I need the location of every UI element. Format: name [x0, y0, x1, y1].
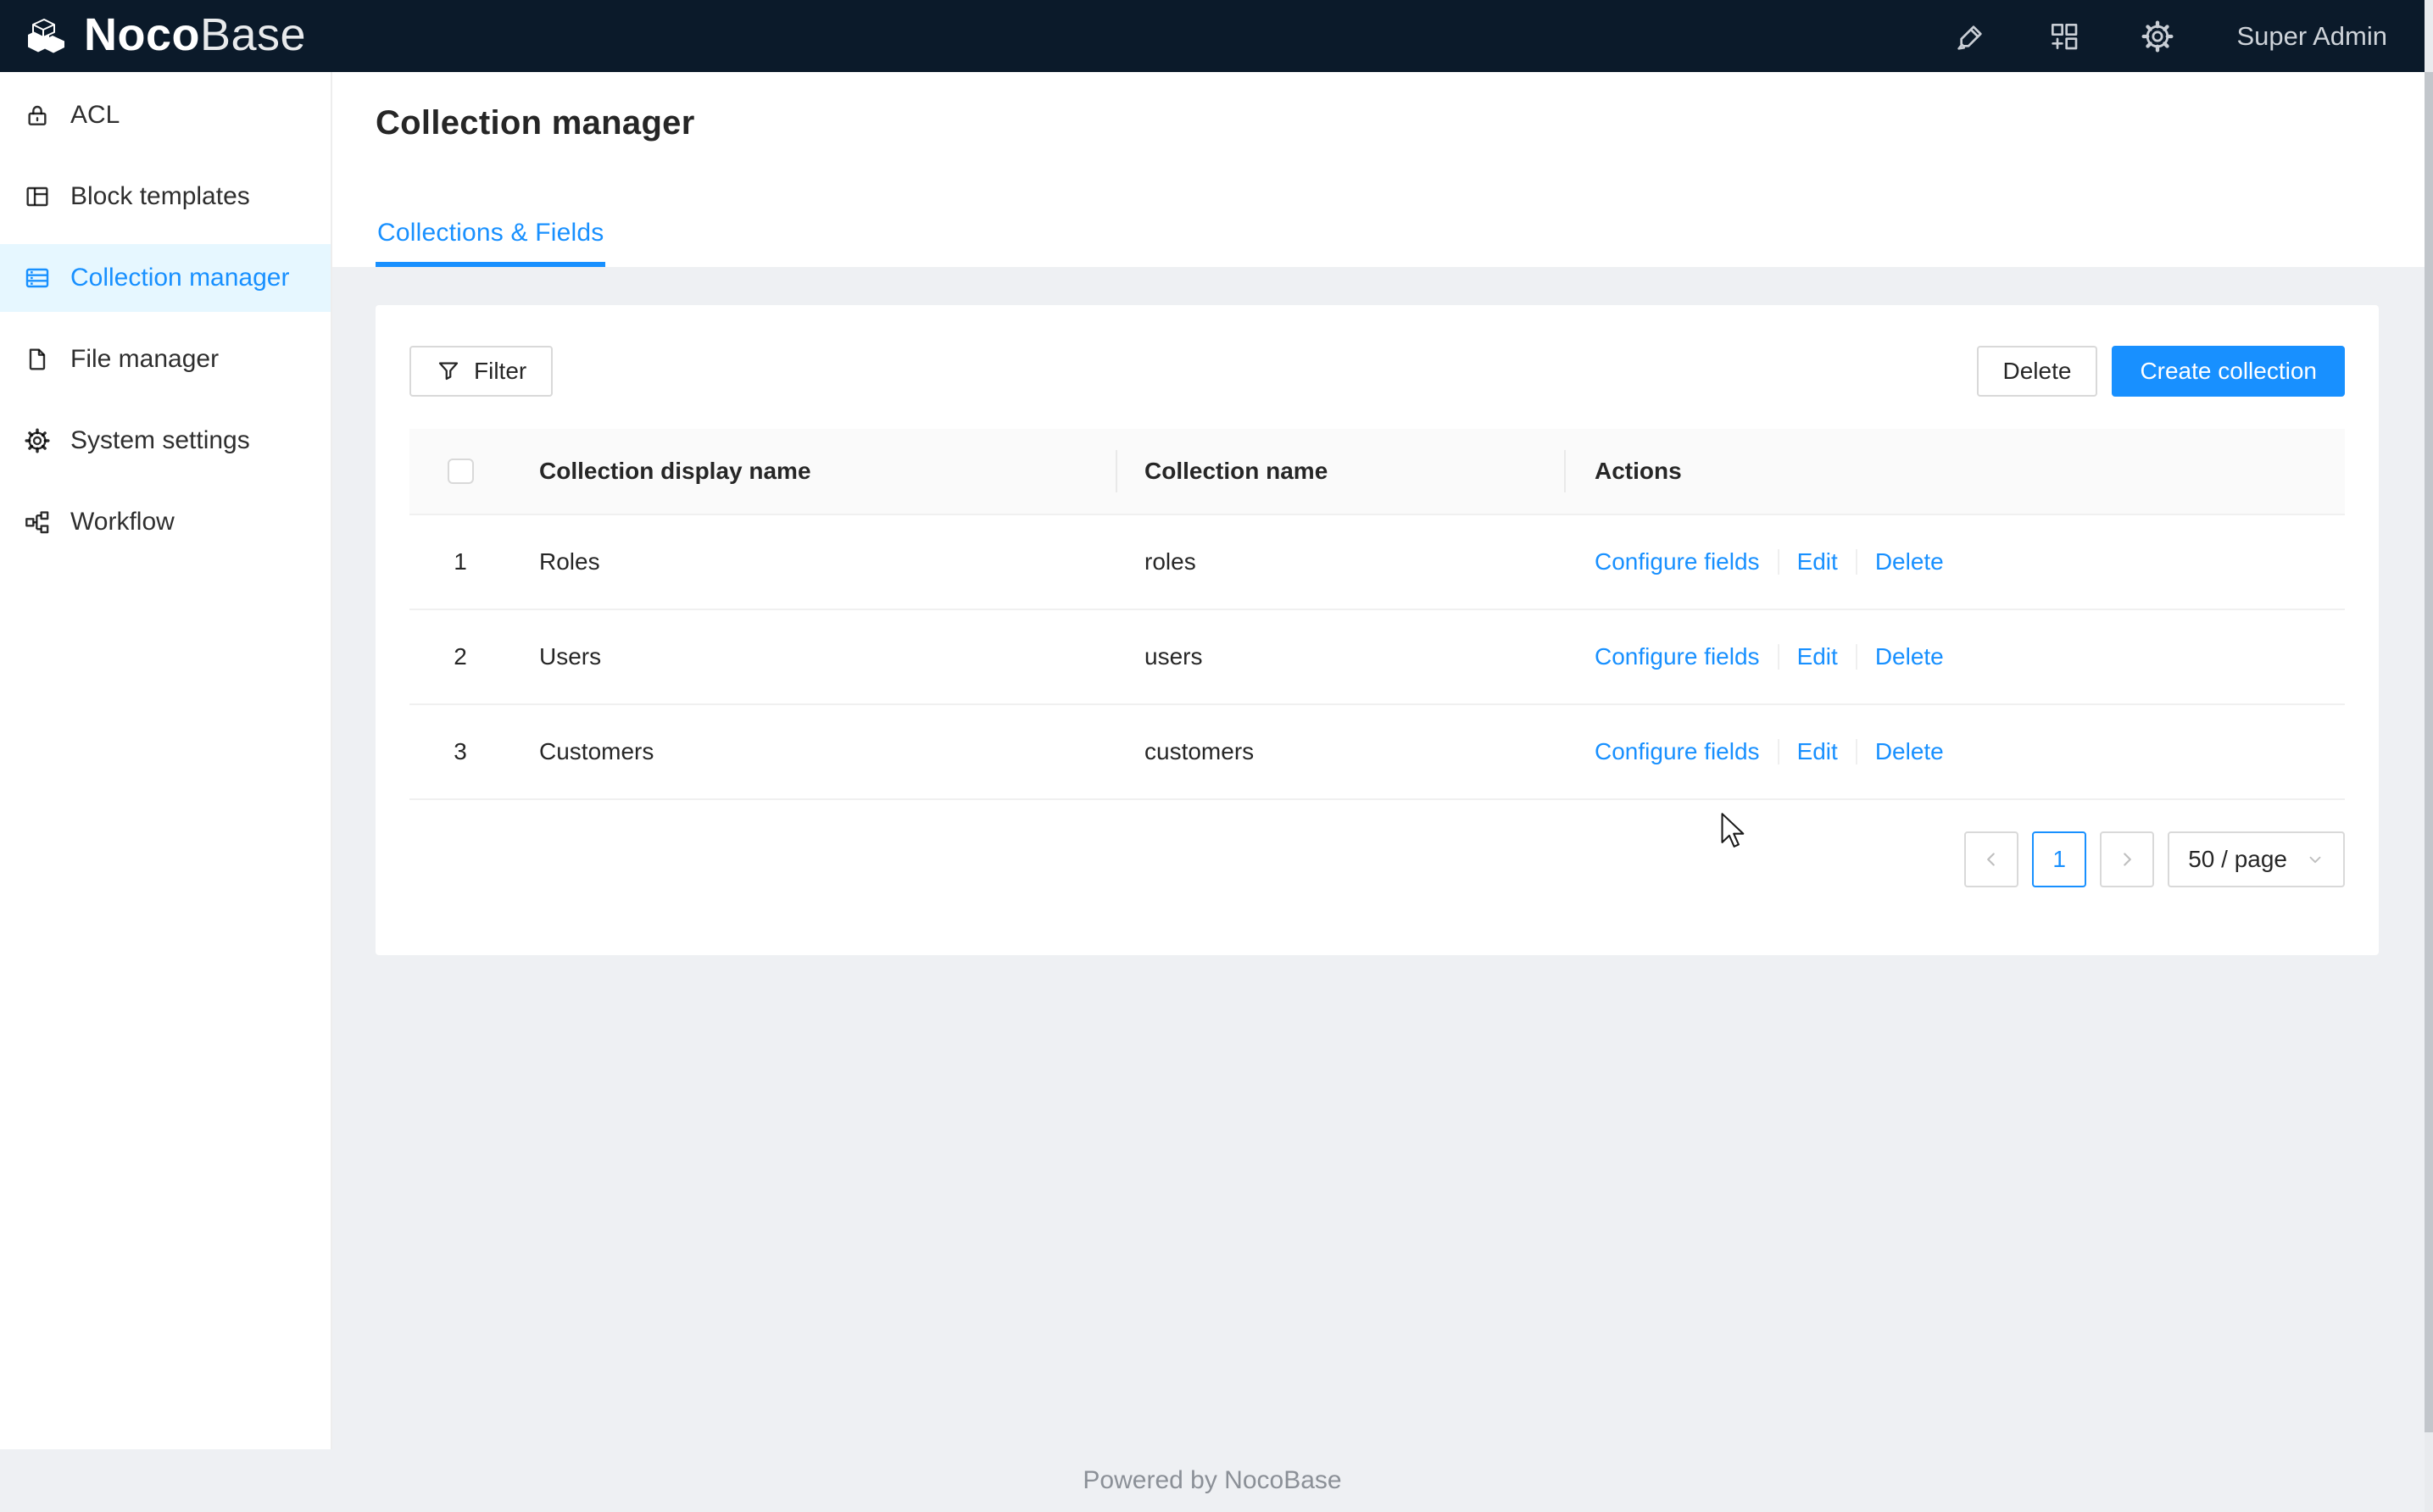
user-menu[interactable]: Super Admin — [2232, 21, 2388, 52]
chevron-down-icon — [2306, 850, 2324, 869]
select-all-checkbox[interactable] — [448, 459, 474, 484]
collections-table-card: Filter Delete Create collection Collecti… — [376, 305, 2379, 955]
sidebar-item-collection-manager[interactable]: Collection manager — [0, 244, 331, 312]
row-index: 3 — [409, 738, 511, 765]
delete-link[interactable]: Delete — [1875, 643, 1944, 670]
cell-actions: Configure fields Edit Delete — [1564, 738, 2345, 765]
cell-actions: Configure fields Edit Delete — [1564, 548, 2345, 575]
topbar: NocoBase — [0, 0, 2433, 72]
cell-display-name: Roles — [511, 548, 1116, 575]
database-icon — [24, 264, 51, 292]
action-separator — [1856, 549, 1857, 575]
page-title: Collection manager — [376, 72, 2433, 142]
sidebar-item-label: Workflow — [70, 508, 175, 536]
gear-icon[interactable] — [2139, 18, 2176, 55]
table-row: 3 Customers customers Configure fields Ed… — [409, 705, 2345, 800]
next-page-button[interactable] — [2100, 831, 2154, 887]
table-row: 1 Roles roles Configure fields Edit Delete — [409, 515, 2345, 610]
file-icon — [24, 346, 51, 373]
cell-collection-name: roles — [1116, 548, 1564, 575]
collections-table: Collection display name Collection name … — [409, 429, 2345, 800]
header-select-cell — [409, 459, 511, 484]
tab-collections-and-fields[interactable]: Collections & Fields — [376, 219, 605, 267]
lock-icon — [24, 102, 51, 129]
nocobase-cube-icon — [21, 13, 69, 60]
action-separator — [1778, 549, 1779, 575]
gear-icon — [24, 427, 51, 454]
table-toolbar: Filter Delete Create collection — [409, 346, 2345, 397]
page-size-select[interactable]: 50 / page — [2168, 831, 2345, 887]
cell-actions: Configure fields Edit Delete — [1564, 643, 2345, 670]
cell-collection-name: users — [1116, 643, 1564, 670]
configure-fields-link[interactable]: Configure fields — [1595, 548, 1760, 575]
layout-icon — [24, 183, 51, 210]
page-header: Collection manager Collections & Fields — [332, 72, 2433, 267]
prev-page-button[interactable] — [1964, 831, 2018, 887]
cell-display-name: Users — [511, 643, 1116, 670]
header-collection-name: Collection name — [1116, 458, 1564, 485]
edit-link[interactable]: Edit — [1797, 548, 1838, 575]
edit-link[interactable]: Edit — [1797, 643, 1838, 670]
filter-button[interactable]: Filter — [409, 346, 553, 397]
action-separator — [1778, 644, 1779, 670]
delete-link[interactable]: Delete — [1875, 738, 1944, 764]
page-1-button[interactable]: 1 — [2032, 831, 2086, 887]
sidebar-item-block-templates[interactable]: Block templates — [0, 163, 331, 231]
row-index: 2 — [409, 643, 511, 670]
filter-funnel-icon — [436, 359, 461, 384]
sidebar-item-label: Block templates — [70, 182, 250, 211]
edit-link[interactable]: Edit — [1797, 738, 1838, 764]
action-separator — [1856, 739, 1857, 764]
logo-text: NocoBase — [84, 12, 306, 61]
tab-bar: Collections & Fields — [376, 219, 605, 267]
cell-display-name: Customers — [511, 738, 1116, 765]
delete-link[interactable]: Delete — [1875, 548, 1944, 575]
action-separator — [1856, 644, 1857, 670]
main-content: Collection manager Collections & Fields … — [332, 72, 2433, 1512]
header-actions: Actions — [1564, 458, 2345, 485]
plugin-add-icon[interactable] — [2046, 18, 2083, 55]
configure-fields-link[interactable]: Configure fields — [1595, 643, 1760, 670]
table-row: 2 Users users Configure fields Edit Delete — [409, 610, 2345, 705]
table-header-row: Collection display name Collection name … — [409, 429, 2345, 515]
vertical-scrollbar[interactable] — [2425, 0, 2433, 1512]
sidebar-item-label: ACL — [70, 101, 120, 130]
header-display-name: Collection display name — [511, 458, 1116, 485]
scrollbar-thumb[interactable] — [2425, 72, 2433, 1432]
action-separator — [1778, 739, 1779, 764]
sidebar-item-workflow[interactable]: Workflow — [0, 488, 331, 556]
row-index: 1 — [409, 548, 511, 575]
workflow-icon — [24, 509, 51, 536]
configure-fields-link[interactable]: Configure fields — [1595, 738, 1760, 764]
settings-sidebar: ACL Block templates Collection manager — [0, 72, 332, 1449]
sidebar-item-system-settings[interactable]: System settings — [0, 407, 331, 475]
ui-editor-highlighter-icon[interactable] — [1952, 18, 1990, 55]
sidebar-item-label: File manager — [70, 345, 219, 374]
sidebar-item-acl[interactable]: ACL — [0, 81, 331, 149]
create-collection-button[interactable]: Create collection — [2112, 346, 2345, 397]
sidebar-item-file-manager[interactable]: File manager — [0, 325, 331, 393]
delete-button[interactable]: Delete — [1977, 346, 2098, 397]
pagination: 1 50 / page — [409, 831, 2345, 887]
sidebar-item-label: Collection manager — [70, 264, 289, 292]
nocobase-logo[interactable]: NocoBase — [21, 12, 306, 61]
sidebar-item-label: System settings — [70, 426, 250, 455]
powered-by-footer: Powered by NocoBase — [0, 1466, 2425, 1495]
cell-collection-name: customers — [1116, 738, 1564, 765]
